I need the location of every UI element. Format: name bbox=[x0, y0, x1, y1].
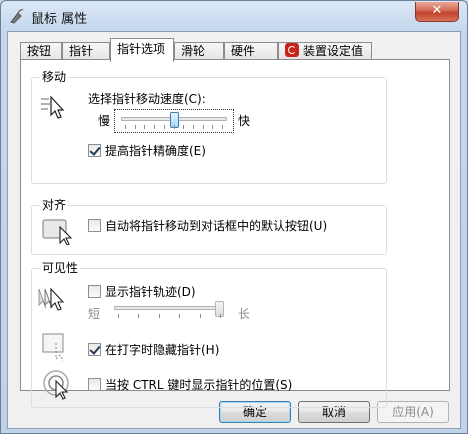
trails-slider-tick bbox=[138, 314, 140, 318]
show-location-checkbox[interactable] bbox=[88, 378, 101, 391]
trails-slider-tick bbox=[118, 314, 119, 318]
trails-slider-tick bbox=[220, 314, 221, 318]
short-label: 短 bbox=[88, 307, 101, 321]
tab-label: 硬件 bbox=[231, 44, 256, 58]
trails-slider[interactable] bbox=[110, 301, 230, 323]
apply-button-label: 应用(A) bbox=[392, 405, 434, 419]
tab-label: 指针 bbox=[69, 44, 94, 58]
tab-label: 装置设定值 bbox=[303, 44, 364, 58]
title-bar[interactable]: 鼠标 属性 ✕ bbox=[1, 1, 467, 31]
speed-slider-tick bbox=[173, 125, 175, 129]
snap-to-group: 对齐 自动将指针移动到对话框中的默认按钮(U) bbox=[31, 198, 387, 255]
speed-slider-tick bbox=[154, 125, 156, 129]
trails-slider-track bbox=[114, 306, 224, 310]
mouse-properties-window: 鼠标 属性 ✕ 按钮 指针 指针选项 滑轮 硬件 装置设定值 移动 选择指针移动… bbox=[0, 0, 468, 434]
pointer-options-panel: 移动 选择指针移动速度(C): 慢 快 提高指针精确度(E) 对齐 自动将指针移… bbox=[20, 59, 450, 408]
tab-label: 滑轮 bbox=[181, 44, 206, 58]
speed-slider-tick bbox=[144, 125, 146, 129]
speed-slider-tick bbox=[192, 125, 194, 129]
pointer-trails-checkbox[interactable] bbox=[88, 285, 101, 298]
snap-to-label: 自动将指针移动到对话框中的默认按钮(U) bbox=[105, 219, 328, 233]
dialog-client: 按钮 指针 指针选项 滑轮 硬件 装置设定值 移动 选择指针移动速度(C): 慢… bbox=[7, 31, 461, 429]
speed-slider-tick bbox=[125, 125, 126, 129]
speed-slider-tick bbox=[183, 125, 185, 129]
precision-label: 提高指针精确度(E) bbox=[105, 144, 206, 158]
pointer-speed-icon bbox=[40, 94, 66, 123]
tab-label: 指针选项 bbox=[117, 42, 166, 56]
device-settings-icon bbox=[285, 43, 299, 57]
speed-slider-tick bbox=[222, 125, 223, 129]
hide-while-typing-checkbox[interactable] bbox=[88, 343, 101, 356]
hide-while-typing-icon bbox=[42, 331, 74, 366]
mouse-icon bbox=[9, 8, 25, 24]
trails-slider-tick bbox=[179, 314, 181, 318]
motion-group-title: 移动 bbox=[40, 70, 69, 84]
apply-button[interactable]: 应用(A) bbox=[377, 401, 449, 423]
close-button[interactable]: ✕ bbox=[415, 2, 459, 22]
speed-slider-tick bbox=[212, 125, 214, 129]
close-icon: ✕ bbox=[431, 3, 443, 18]
speed-slider-tick bbox=[163, 125, 165, 129]
show-location-icon bbox=[42, 369, 74, 404]
visibility-group-title: 可见性 bbox=[40, 261, 81, 275]
trails-slider-tick bbox=[199, 314, 201, 318]
pointer-trails-icon bbox=[36, 285, 68, 316]
window-title: 鼠标 属性 bbox=[31, 12, 88, 27]
speed-slider-tick bbox=[202, 125, 204, 129]
fast-label: 快 bbox=[238, 114, 251, 128]
precision-checkbox[interactable] bbox=[88, 144, 101, 157]
hide-while-typing-label: 在打字时隐藏指针(H) bbox=[105, 343, 220, 357]
snap-to-button-icon bbox=[42, 217, 74, 248]
speed-slider-tick bbox=[134, 125, 136, 129]
trails-slider-tick bbox=[158, 314, 160, 318]
show-location-label: 当按 CTRL 键时显示指针的位置(S) bbox=[105, 378, 293, 392]
pointer-trails-label: 显示指针轨迹(D) bbox=[105, 285, 196, 299]
speed-label: 选择指针移动速度(C): bbox=[88, 92, 206, 106]
snap-to-checkbox[interactable] bbox=[88, 219, 101, 232]
motion-group: 移动 选择指针移动速度(C): 慢 快 提高指针精确度(E) bbox=[31, 70, 387, 184]
long-label: 长 bbox=[238, 307, 251, 321]
snap-to-group-title: 对齐 bbox=[40, 198, 69, 212]
tab-label: 按钮 bbox=[27, 44, 52, 58]
tab-pointer-options[interactable]: 指针选项 bbox=[110, 38, 174, 62]
slow-label: 慢 bbox=[98, 114, 111, 128]
speed-slider[interactable] bbox=[114, 109, 234, 133]
visibility-group: 可见性 显示指针轨迹(D) 短 长 在打字时隐藏指针(H) 当按 CTRL 键时… bbox=[31, 261, 387, 408]
